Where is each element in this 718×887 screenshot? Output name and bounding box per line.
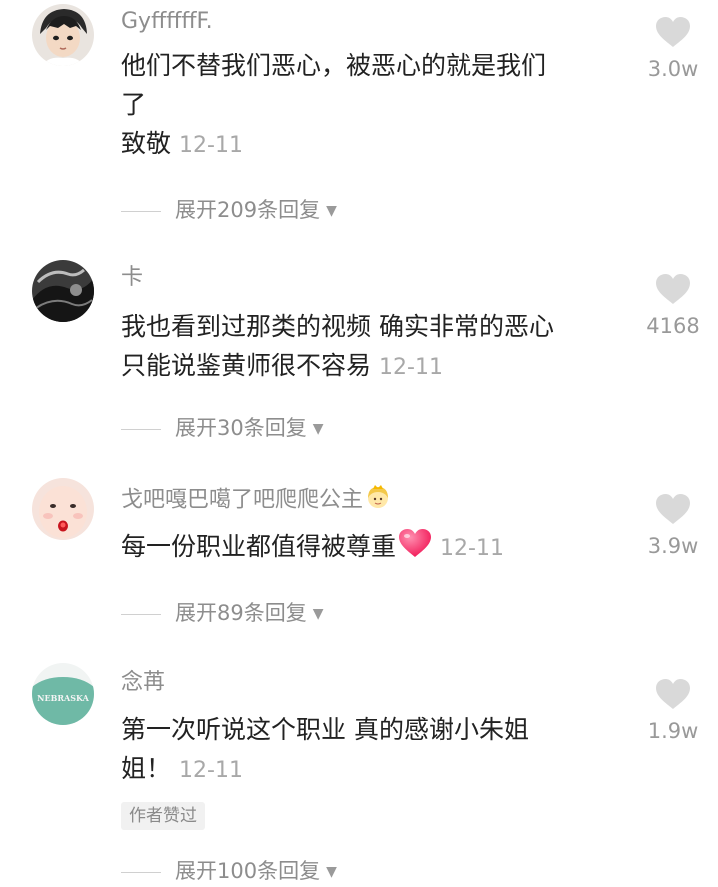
expand-replies[interactable]: 展开209条回复 ▼ <box>121 195 337 226</box>
comment-line: 每一份职业都值得被尊重 <box>121 532 397 561</box>
like-button[interactable]: 1.9w <box>641 677 705 743</box>
princess-emoji-icon <box>365 484 391 517</box>
avatar[interactable] <box>32 478 94 540</box>
like-button[interactable]: 3.9w <box>641 492 705 558</box>
comment-date: 12-11 <box>379 355 443 380</box>
avatar[interactable]: NEBRASKA <box>32 663 94 725</box>
comment-text: 他们不替我们恶心，被恶心的就是我们 了 致敬 12-11 <box>121 46 631 165</box>
caret-down-icon: ▼ <box>312 606 324 622</box>
avatar[interactable] <box>32 260 94 322</box>
avatar[interactable] <box>32 4 94 66</box>
comment-line-last: 只能说鉴黄师很不容易 12-11 <box>121 346 631 387</box>
like-heart-icon <box>656 679 690 709</box>
replies-divider <box>121 871 161 873</box>
username-text: 戈吧嘎巴噶了吧爬爬公主 <box>121 487 364 513</box>
username[interactable]: 念苒 <box>121 670 165 696</box>
username[interactable]: 卡 <box>121 265 143 291</box>
replies-label: 展开89条回复 <box>175 601 307 625</box>
like-count: 3.9w <box>647 534 699 558</box>
caret-down-icon: ▼ <box>312 421 324 437</box>
like-heart-icon <box>656 494 690 524</box>
red-heart-emoji-icon <box>398 528 432 569</box>
replies-divider <box>121 613 161 615</box>
replies-divider <box>121 210 161 212</box>
like-count: 4168 <box>646 314 700 338</box>
comment-line: 我也看到过那类的视频 确实非常的恶心 <box>121 312 554 341</box>
comment-date: 12-11 <box>440 536 504 561</box>
expand-replies[interactable]: 展开89条回复 ▼ <box>121 598 324 629</box>
caret-down-icon: ▼ <box>326 864 337 880</box>
expand-replies[interactable]: 展开30条回复 ▼ <box>121 413 324 444</box>
comment-line: 致敬 <box>121 129 172 158</box>
like-heart-icon <box>656 274 690 304</box>
comment-text: 每一份职业都值得被尊重 12-11 <box>121 527 631 569</box>
shirt-text: NEBRASKA <box>37 693 89 703</box>
comment-line: 只能说鉴黄师很不容易 <box>121 351 372 380</box>
comment-line: 第一次听说这个职业 真的感谢小朱姐 <box>121 715 529 744</box>
comment-line: 姐！ <box>121 754 172 783</box>
replies-label: 展开100条回复 <box>175 859 321 883</box>
comment-line-last: 姐！ 12-11 <box>121 749 631 790</box>
expand-replies[interactable]: 展开100条回复 ▼ <box>121 856 337 887</box>
comment-text: 第一次听说这个职业 真的感谢小朱姐 姐！ 12-11 <box>121 710 631 790</box>
like-count: 3.0w <box>647 57 699 81</box>
replies-divider <box>121 428 161 430</box>
replies-label: 展开209条回复 <box>175 198 321 222</box>
like-button[interactable]: 4168 <box>641 272 705 338</box>
comment-line: 他们不替我们恶心，被恶心的就是我们 <box>121 51 547 80</box>
comment-text: 我也看到过那类的视频 确实非常的恶心 只能说鉴黄师很不容易 12-11 <box>121 307 631 387</box>
comment-line: 了 <box>121 90 147 119</box>
username[interactable]: GyffffffF. <box>121 9 213 35</box>
author-liked-badge: 作者赞过 <box>121 802 205 830</box>
caret-down-icon: ▼ <box>326 203 337 219</box>
username[interactable]: 戈吧嘎巴噶了吧爬爬公主 <box>121 484 391 517</box>
comment-line-last: 致敬 12-11 <box>121 124 631 165</box>
like-button[interactable]: 3.0w <box>641 15 705 81</box>
comment-date: 12-11 <box>179 133 243 158</box>
like-count: 1.9w <box>647 719 699 743</box>
comment-line-last: 每一份职业都值得被尊重 12-11 <box>121 527 631 569</box>
like-heart-icon <box>656 17 690 47</box>
comment-date: 12-11 <box>179 758 243 783</box>
replies-label: 展开30条回复 <box>175 416 307 440</box>
